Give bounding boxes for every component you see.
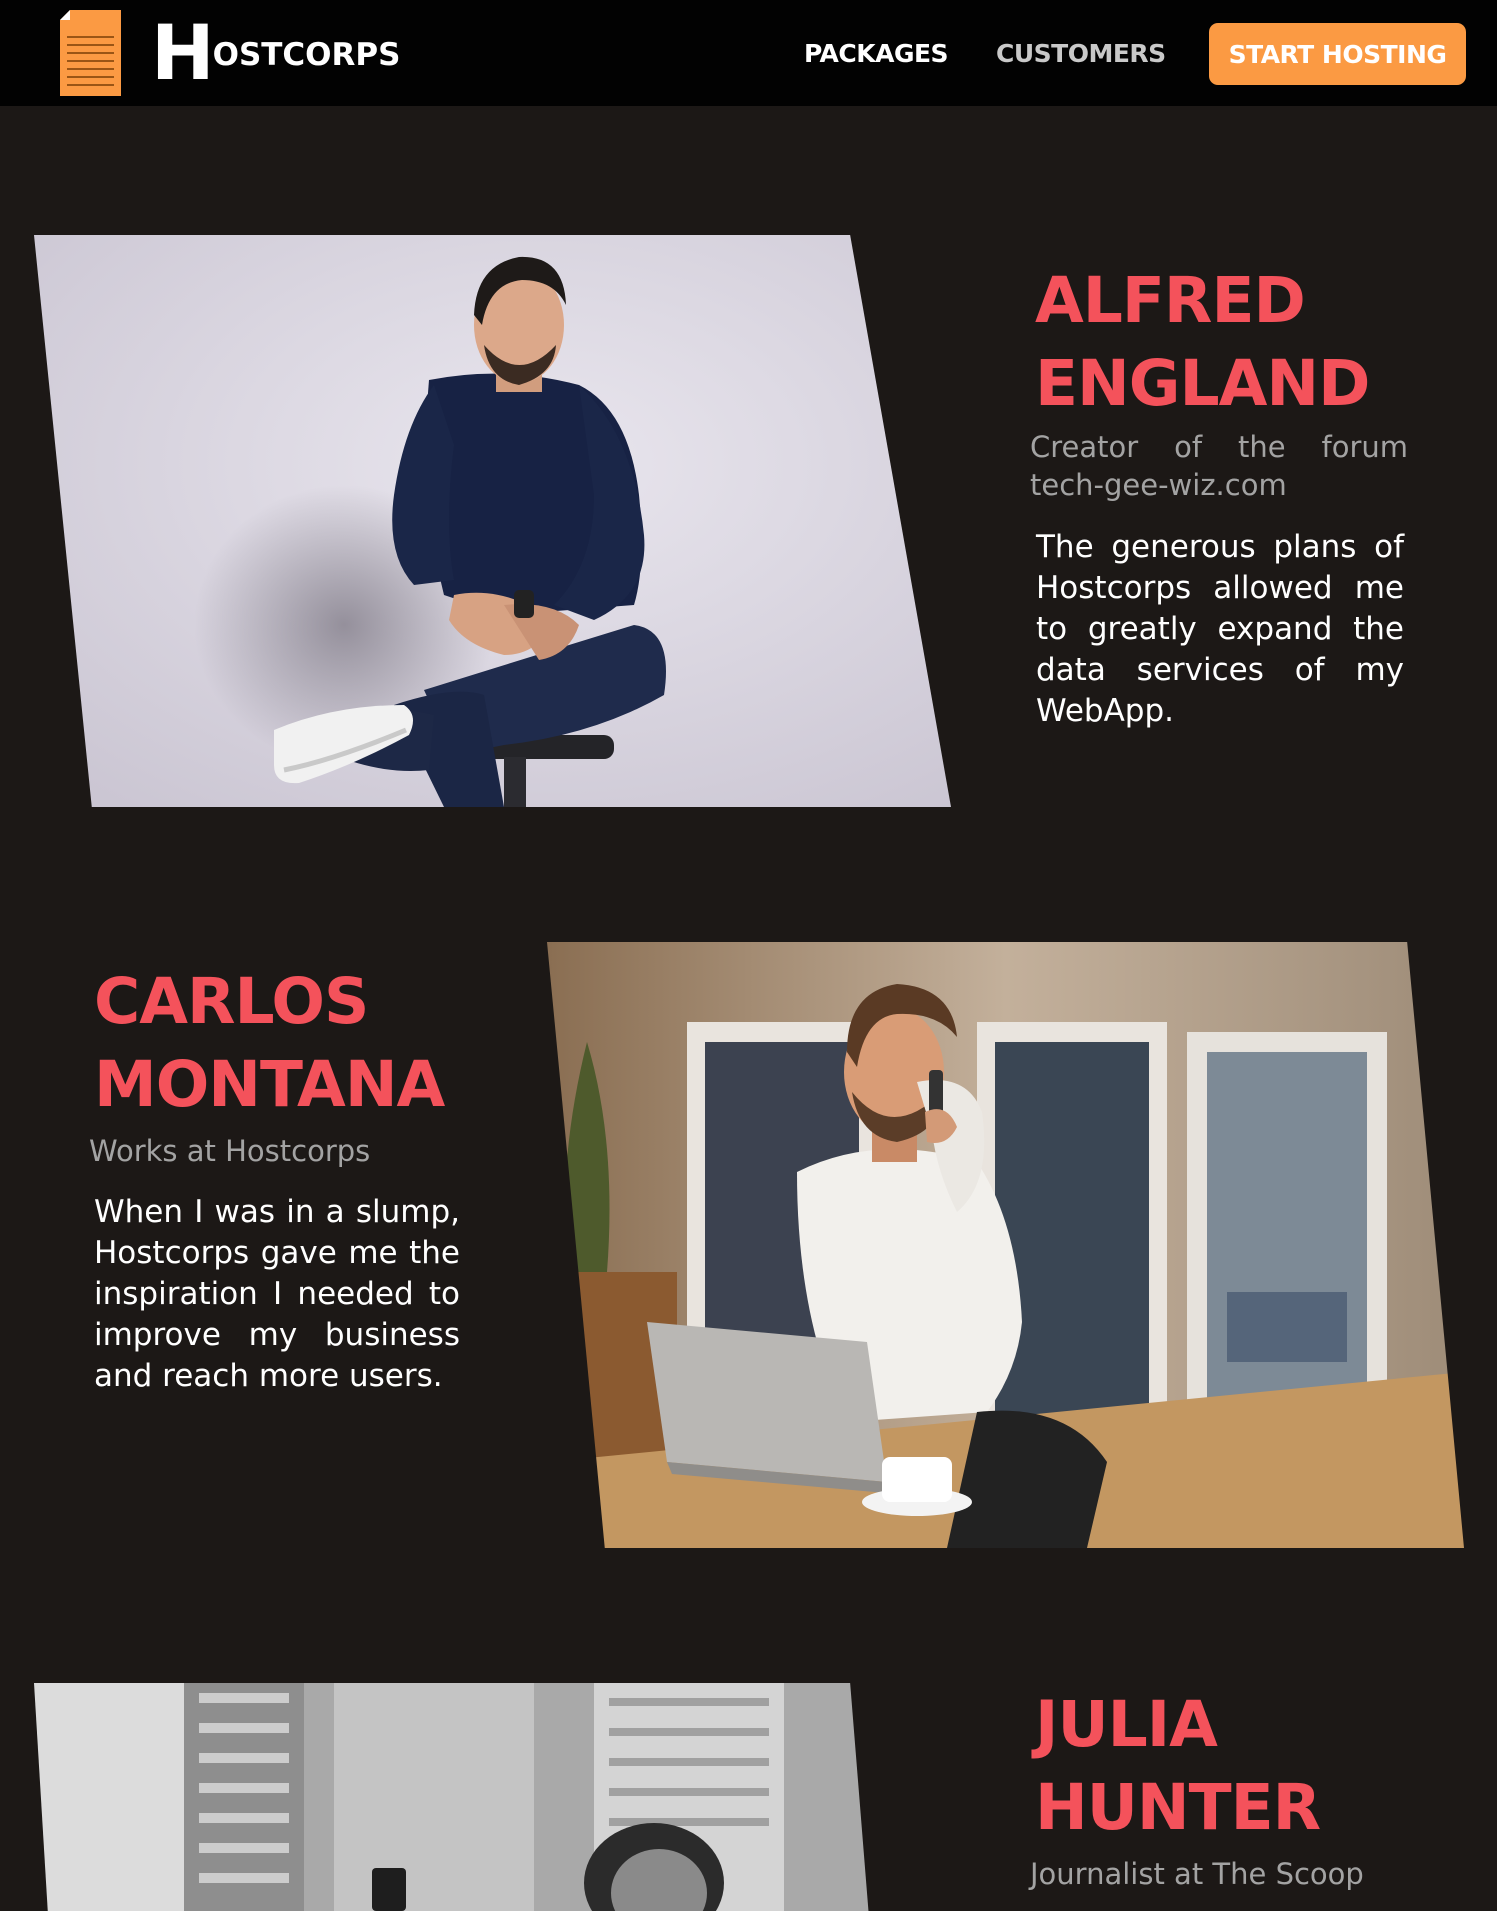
brand-logo[interactable]: H OSTCORPS	[151, 8, 401, 97]
customer-photo-alfred	[34, 235, 951, 807]
customer-name-line2: ENGLAND	[1035, 347, 1370, 420]
brand-name: OSTCORPS	[212, 37, 401, 73]
nav-link-customers[interactable]: CUSTOMERS	[996, 34, 1166, 74]
customer-quote: When I was in a slump, Hostcorps gave me…	[94, 1194, 460, 1394]
customer-name-line2: HUNTER	[1035, 1771, 1321, 1844]
nav-link-packages[interactable]: PACKAGES	[804, 34, 949, 74]
start-hosting-button[interactable]: START HOSTING	[1209, 23, 1466, 85]
customer-name-line1: JULIA	[1035, 1688, 1218, 1761]
customer-role: Journalist at The Scoop	[1030, 1857, 1364, 1891]
customer-photo-julia	[34, 1683, 869, 1911]
customer-photo-carlos	[547, 942, 1464, 1548]
customer-role: Creator of the forum tech-gee-wiz.com	[1030, 430, 1408, 502]
customer-role: Works at Hostcorps	[89, 1134, 371, 1168]
customer-quote: The generous plans of Hostcorps allowed …	[1036, 529, 1404, 729]
top-navbar: H OSTCORPS PACKAGES CUSTOMERS START HOST…	[0, 0, 1497, 106]
customer-name-line2: MONTANA	[94, 1048, 445, 1121]
brand-initial: H	[151, 8, 215, 97]
customer-name-line1: ALFRED	[1035, 264, 1306, 337]
document-icon[interactable]	[60, 10, 121, 96]
customer-name-line1: CARLOS	[94, 965, 369, 1038]
